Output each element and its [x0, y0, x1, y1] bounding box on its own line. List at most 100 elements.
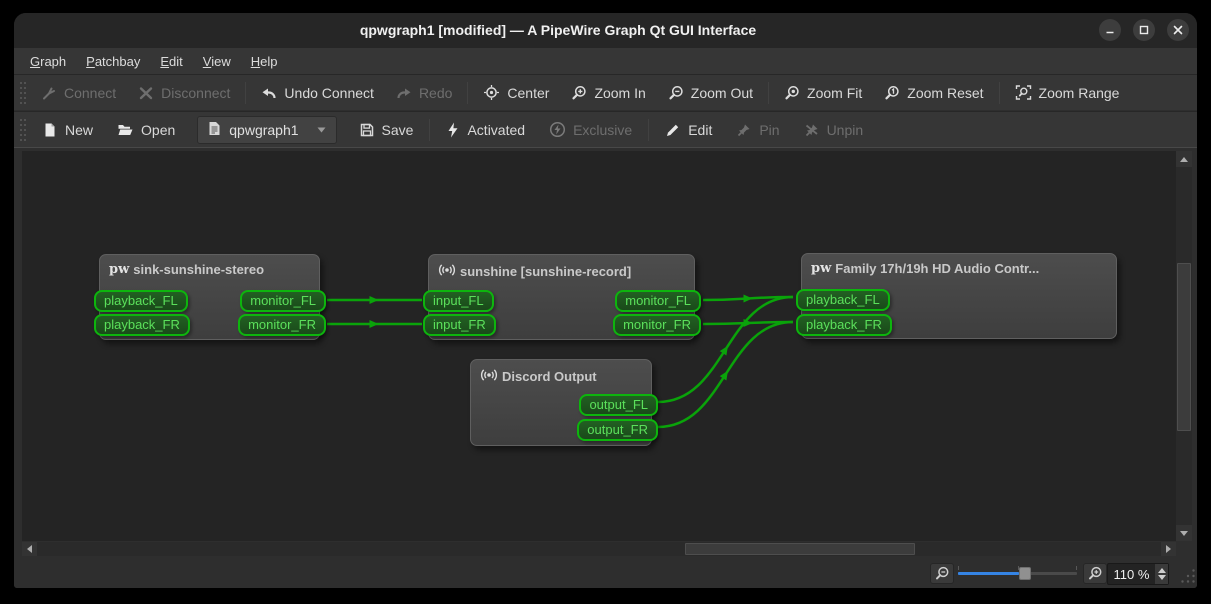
toolbar-separator [999, 82, 1000, 104]
patchbay-profile-combobox[interactable]: qpwgraph1 [197, 116, 336, 144]
zoom-in-icon [571, 85, 587, 101]
port-monitor-fr[interactable]: monitor_FR [613, 314, 701, 336]
undo-connect-button[interactable]: Undo Connect [250, 80, 385, 106]
save-icon [359, 122, 375, 138]
zoom-range-button[interactable]: Zoom Range [1004, 79, 1131, 106]
zoom-percent-spinbox[interactable]: 110 % [1107, 563, 1169, 585]
maximize-button[interactable] [1133, 19, 1155, 41]
new-button[interactable]: New [30, 117, 105, 143]
toolbar-separator [768, 82, 769, 104]
arrow-up-icon [1180, 157, 1188, 162]
spin-arrows[interactable] [1155, 564, 1168, 584]
zoom-percent-value: 110 % [1108, 567, 1155, 582]
graph-toolbar: Connect Disconnect Undo Connect Redo Cen… [14, 74, 1197, 110]
graph-canvas[interactable]: pw sink-sunshine-stereo playback_FL play… [22, 151, 1176, 541]
node-sink-sunshine-stereo[interactable]: pw sink-sunshine-stereo playback_FL play… [99, 254, 320, 340]
disconnect-button[interactable]: Disconnect [127, 80, 241, 106]
port-playback-fl[interactable]: playback_FL [94, 290, 188, 312]
menu-graph[interactable]: Graph [20, 51, 76, 72]
titlebar[interactable]: qpwgraph1 [modified] — A PipeWire Graph … [14, 13, 1197, 48]
vertical-scrollbar-thumb[interactable] [1177, 263, 1191, 431]
edit-button[interactable]: Edit [653, 117, 724, 143]
undo-icon [261, 85, 277, 101]
zoom-out-button-status[interactable] [930, 563, 954, 584]
port-monitor-fr[interactable]: monitor_FR [238, 314, 326, 336]
node-title: pw sink-sunshine-stereo [109, 262, 264, 277]
menu-help[interactable]: Help [241, 51, 288, 72]
port-input-fl[interactable]: input_FL [423, 290, 494, 312]
patchbay-file-icon [208, 121, 221, 139]
zoom-out-icon [934, 566, 950, 582]
exclusive-button[interactable]: Exclusive [537, 116, 644, 143]
edit-icon [665, 122, 681, 138]
port-output-fr[interactable]: output_FR [577, 419, 658, 441]
port-monitor-fl[interactable]: monitor_FL [615, 290, 701, 312]
redo-icon [396, 85, 412, 101]
activated-button[interactable]: Activated [434, 117, 537, 143]
slider-tick [1076, 566, 1077, 570]
node-title: sunshine [sunshine-record] [438, 262, 631, 281]
node-title: Discord Output [480, 367, 597, 386]
horizontal-scrollbar-thumb[interactable] [685, 543, 915, 555]
zoom-slider-fill [958, 572, 1019, 575]
arrow-right-icon [1166, 545, 1171, 553]
zoom-out-icon [668, 85, 684, 101]
spin-up-icon [1158, 568, 1166, 573]
zoom-in-button[interactable]: Zoom In [560, 80, 656, 106]
pipewire-icon: pw [811, 261, 831, 276]
spin-down-icon [1158, 575, 1166, 580]
port-monitor-fl[interactable]: monitor_FL [240, 290, 326, 312]
port-playback-fl[interactable]: playback_FL [796, 289, 890, 311]
menu-view[interactable]: View [193, 51, 241, 72]
close-icon [1172, 24, 1184, 36]
node-title: pw Family 17h/19h HD Audio Contr... [811, 261, 1039, 276]
open-button[interactable]: Open [105, 117, 187, 143]
pin-button[interactable]: Pin [724, 117, 791, 143]
zoom-out-button[interactable]: Zoom Out [657, 80, 764, 106]
zoom-fit-button[interactable]: Zoom Fit [773, 80, 873, 106]
center-icon [483, 84, 500, 101]
slider-tick [958, 566, 959, 570]
scroll-up-button[interactable] [1176, 151, 1192, 167]
unpin-button[interactable]: Unpin [792, 117, 876, 143]
vertical-scrollbar[interactable] [1176, 151, 1192, 541]
stream-icon [438, 262, 456, 281]
port-playback-fr[interactable]: playback_FR [796, 314, 892, 336]
toolbar-handle[interactable] [19, 80, 27, 106]
menubar: Graph Patchbay Edit View Help [14, 48, 1197, 74]
zoom-slider-handle[interactable] [1019, 567, 1031, 580]
minimize-button[interactable] [1099, 19, 1121, 41]
scroll-left-button[interactable] [22, 542, 37, 556]
redo-button[interactable]: Redo [385, 80, 463, 106]
port-playback-fr[interactable]: playback_FR [94, 314, 190, 336]
toolbar-handle[interactable] [19, 117, 27, 143]
horizontal-scrollbar[interactable] [22, 542, 1176, 556]
port-input-fr[interactable]: input_FR [423, 314, 496, 336]
scroll-right-button[interactable] [1161, 542, 1176, 556]
port-output-fl[interactable]: output_FL [579, 394, 658, 416]
toolbar-separator [467, 82, 468, 104]
node-sunshine[interactable]: sunshine [sunshine-record] input_FL inpu… [428, 254, 695, 340]
node-discord-output[interactable]: Discord Output output_FL output_FR [470, 359, 652, 446]
combobox-arrow-icon [317, 127, 326, 133]
menu-edit[interactable]: Edit [150, 51, 192, 72]
app-window: qpwgraph1 [modified] — A PipeWire Graph … [14, 13, 1197, 588]
node-family-hd-audio[interactable]: pw Family 17h/19h HD Audio Contr... play… [801, 253, 1117, 339]
pipewire-icon: pw [109, 262, 129, 277]
patchbay-toolbar: New Open qpwgraph1 Save Activated Exclus… [14, 111, 1197, 147]
connection-wires [22, 151, 1176, 541]
save-button[interactable]: Save [347, 117, 426, 143]
scroll-down-button[interactable] [1176, 525, 1192, 541]
zoom-in-button-status[interactable] [1083, 563, 1107, 584]
close-button[interactable] [1167, 19, 1189, 41]
zoom-reset-icon [884, 85, 900, 101]
minimize-icon [1104, 24, 1116, 36]
toolbar-separator [245, 82, 246, 104]
toolbar-separator [429, 119, 430, 141]
resize-grip[interactable] [1180, 568, 1196, 584]
connect-button[interactable]: Connect [30, 80, 127, 106]
menu-patchbay[interactable]: Patchbay [76, 51, 150, 72]
disconnect-icon [138, 85, 154, 101]
center-button[interactable]: Center [472, 79, 560, 106]
zoom-reset-button[interactable]: Zoom Reset [873, 80, 994, 106]
